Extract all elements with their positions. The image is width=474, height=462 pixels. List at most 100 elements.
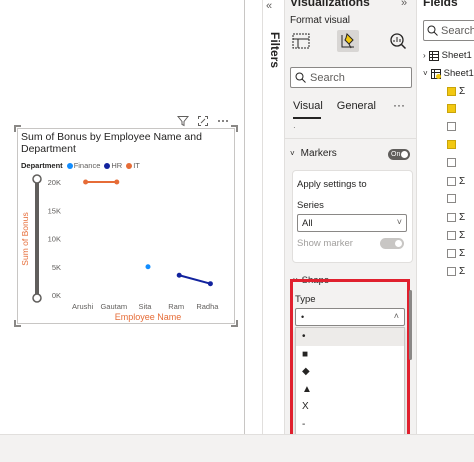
series-dropdown[interactable]: All ˅ (297, 214, 407, 232)
field-row-11[interactable]: Σ (447, 266, 465, 277)
field-checkbox[interactable] (447, 177, 456, 186)
field-checkbox[interactable] (447, 249, 456, 258)
field-row-9[interactable]: Σ (447, 230, 465, 241)
field-row-8[interactable]: Σ (447, 212, 465, 223)
x-tick-label: Radha (196, 302, 219, 311)
resize-handle-bl[interactable] (14, 320, 21, 327)
visualizations-title: Visualizations (290, 0, 370, 9)
field-row-6[interactable]: Σ (447, 176, 465, 187)
focus-mode-icon[interactable] (196, 114, 210, 128)
format-search-input[interactable]: Search (290, 67, 412, 88)
search-icon (295, 72, 306, 83)
type-option-diamond[interactable]: ◆ (296, 363, 404, 381)
table-icon (428, 50, 439, 61)
data-point-it (114, 179, 120, 185)
field-row-10[interactable]: Σ (447, 248, 465, 259)
y-tick-label: 5K (52, 263, 61, 272)
field-checkbox[interactable] (447, 158, 456, 167)
x-tick-label: Gautam (100, 302, 127, 311)
field-checkbox[interactable] (447, 213, 456, 222)
sigma-icon: Σ (459, 248, 466, 259)
chevron-down-icon: ˅ (290, 149, 295, 158)
type-option-triangle[interactable]: ▲ (296, 381, 404, 399)
markers-toggle[interactable]: On (388, 149, 410, 160)
fields-search-input[interactable]: Search (423, 20, 474, 41)
type-option-circle[interactable]: • (296, 328, 404, 346)
table-checked-icon (430, 68, 441, 79)
chevron-up-icon: ˄ (393, 311, 399, 321)
field-checkbox[interactable] (447, 104, 456, 113)
data-point-it (83, 179, 89, 185)
table-sheet1-b[interactable]: ˅ Sheet1 (423, 68, 474, 79)
sigma-icon: Σ (459, 86, 466, 97)
field-checkbox[interactable] (447, 140, 456, 149)
y-tick-label: 0K (52, 291, 61, 300)
field-row-1[interactable]: Σ (447, 86, 465, 97)
sigma-icon: Σ (459, 176, 466, 187)
x-tick-label: Sita (139, 302, 153, 311)
resize-handle-tr[interactable] (231, 125, 238, 132)
type-dropdown[interactable]: • ˄ (295, 308, 405, 326)
chart-plot-area: 0K 5K 10K 15K 20K Arushi Gautam Sita Ram Radha Emp… (20, 174, 219, 322)
tab-visual[interactable]: Visual (293, 100, 323, 112)
type-option-short-dash[interactable]: - (296, 416, 404, 434)
field-checkbox[interactable] (447, 194, 456, 203)
field-checkbox[interactable] (447, 87, 456, 96)
series-line-hr (178, 274, 211, 285)
field-row-2[interactable] (447, 104, 456, 113)
x-axis-title: Employee Name (115, 312, 182, 322)
type-label: Type (295, 294, 316, 305)
field-row-5[interactable] (447, 158, 456, 167)
field-row-3[interactable] (447, 122, 456, 131)
line-chart-visual[interactable]: Sum of Bonus by Employee Name and Depart… (17, 128, 235, 324)
shape-section-header[interactable]: ˅ Shape (293, 275, 329, 286)
apply-settings-label: Apply settings to (297, 179, 367, 190)
resize-handle-br[interactable] (231, 320, 238, 327)
filter-icon[interactable] (176, 114, 190, 128)
filters-label[interactable]: Filters (262, 32, 282, 68)
type-option-x[interactable]: X (296, 398, 404, 416)
fields-pane: Fields Search › Sheet1 ˅ Sheet1 Σ Σ Σ Σ … (416, 0, 474, 434)
build-visual-icon[interactable] (290, 30, 312, 52)
zoom-slider-handle-bottom (32, 293, 42, 303)
more-options-button[interactable]: ··· (393, 98, 405, 112)
format-tabs: Visual General (293, 100, 376, 112)
field-row-7[interactable] (447, 194, 456, 203)
field-checkbox[interactable] (447, 231, 456, 240)
active-tab-indicator (293, 117, 321, 119)
format-visual-icon[interactable] (337, 30, 359, 52)
shape-label: Shape (301, 275, 330, 286)
collapse-visualizations-icon[interactable]: » (401, 0, 407, 9)
x-tick-label: Arushi (72, 302, 94, 311)
field-checkbox[interactable] (447, 122, 456, 131)
chevron-down-icon: ˅ (423, 69, 428, 78)
resize-handle-tl[interactable] (14, 125, 21, 132)
canvas-divider (244, 0, 245, 434)
pane-scrollbar[interactable] (409, 290, 412, 360)
visualizations-pane: Visualizations » Format visual Search Vi… (284, 0, 416, 434)
data-point-hr (176, 272, 182, 278)
data-point-finance (145, 264, 151, 270)
zoom-slider-handle-top (32, 174, 42, 184)
data-point-hr (207, 281, 213, 287)
apply-settings-card: Apply settings to Series All ˅ Show mark… (292, 170, 413, 263)
chevron-down-icon: ˅ (293, 276, 298, 285)
powerbi-window: Sum of Bonus by Employee Name and Depart… (0, 0, 474, 462)
table-sheet1-a[interactable]: › Sheet1 (423, 50, 472, 61)
field-checkbox[interactable] (447, 267, 456, 276)
series-label: Series (297, 200, 324, 211)
x-tick-label: Ram (168, 302, 184, 311)
type-option-square[interactable]: ■ (296, 346, 404, 364)
show-marker-label: Show marker (297, 238, 353, 249)
show-marker-toggle[interactable] (380, 238, 404, 249)
sigma-icon: Σ (459, 212, 466, 223)
tab-general[interactable]: General (337, 100, 376, 112)
analytics-icon[interactable] (387, 30, 409, 52)
tab-separator-dot: · (293, 123, 296, 132)
search-icon (427, 25, 438, 36)
expand-filters-icon[interactable]: « (266, 0, 272, 12)
field-row-4[interactable] (447, 140, 456, 149)
divider (285, 138, 416, 139)
type-dropdown-list: • ■ ◆ ▲ X - (295, 327, 405, 434)
more-options-icon[interactable] (216, 114, 230, 128)
